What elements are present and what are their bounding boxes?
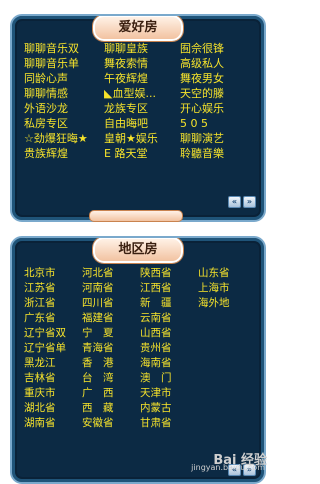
next-page-icon[interactable]: » <box>243 196 256 208</box>
empty-cell <box>198 386 256 401</box>
empty-cell <box>198 356 256 371</box>
prev-page-icon[interactable]: « <box>228 196 241 208</box>
room-link[interactable]: 午夜辉煌 <box>104 71 180 86</box>
hobby-panel-footer <box>88 210 183 222</box>
room-link[interactable]: 高级私人 <box>180 56 246 71</box>
room-link[interactable]: 私房专区 <box>24 116 104 131</box>
room-link[interactable]: 新 疆 <box>140 296 198 311</box>
room-link[interactable]: 西 藏 <box>82 401 140 416</box>
room-link[interactable]: 青海省 <box>82 341 140 356</box>
room-link[interactable]: 澳 门 <box>140 371 198 386</box>
room-link[interactable]: 舞夜索情 <box>104 56 180 71</box>
empty-cell <box>198 416 256 431</box>
room-link[interactable]: 江西省 <box>140 281 198 296</box>
room-link[interactable]: 云南省 <box>140 311 198 326</box>
watermark: Bai 经验 jingyan.baidu.com <box>159 449 267 473</box>
empty-cell <box>198 371 256 386</box>
room-link[interactable]: 辽宁省双 <box>24 326 82 341</box>
room-link[interactable]: 自由晦吧 <box>104 116 180 131</box>
region-rooms-panel: 地区房 北京市 河北省 陕西省 山东省江苏省 河南省 江西省 上海市浙江省 四川省新 疆海外地… <box>10 236 266 484</box>
room-link[interactable]: 聊聊情感 <box>24 86 104 101</box>
room-link[interactable]: 海外地 <box>198 296 256 311</box>
room-link[interactable]: 囿佘很锋 <box>180 41 246 56</box>
watermark-url: jingyan.baidu.com <box>191 463 265 472</box>
room-link[interactable]: 贵族辉煌 <box>24 146 104 161</box>
room-link[interactable]: 天津市 <box>140 386 198 401</box>
room-link[interactable]: 聊聊音乐单 <box>24 56 104 71</box>
room-link[interactable]: 广东省 <box>24 311 82 326</box>
room-link[interactable]: 宁 夏 <box>82 326 140 341</box>
room-link[interactable]: 河北省 <box>82 266 140 281</box>
hobby-room-list: 聊聊音乐双 聊聊皇族 囿佘很锋聊聊音乐单 舞夜索情 高级私人同龄心声 午夜辉煌 舞夜男女聊聊… <box>24 41 256 161</box>
hobby-pager: « » <box>228 196 256 208</box>
room-link[interactable]: ☆劲爆狂晦★ <box>24 131 104 146</box>
room-link[interactable]: 山东省 <box>198 266 256 281</box>
room-link[interactable]: 广 西 <box>82 386 140 401</box>
room-link[interactable]: 外语沙龙 <box>24 101 104 116</box>
room-link[interactable]: 北京市 <box>24 266 82 281</box>
room-link[interactable]: 海南省 <box>140 356 198 371</box>
room-link[interactable]: 贵州省 <box>140 341 198 356</box>
room-link[interactable]: E 路天堂 <box>104 146 180 161</box>
room-link[interactable]: 舞夜男女 <box>180 71 246 86</box>
room-link[interactable]: 开心娱乐 <box>180 101 246 116</box>
room-link[interactable]: 甘肃省 <box>140 416 198 431</box>
room-link[interactable]: ◣血型娱... <box>104 86 180 101</box>
room-link[interactable]: 吉林省 <box>24 371 82 386</box>
room-link[interactable]: 四川省 <box>82 296 140 311</box>
empty-cell <box>198 341 256 356</box>
region-room-list: 北京市 河北省 陕西省 山东省江苏省 河南省 江西省 上海市浙江省 四川省新 疆海外地广东省福… <box>24 266 256 431</box>
room-link[interactable]: 上海市 <box>198 281 256 296</box>
hobby-rooms-title: 爱好房 <box>93 16 183 41</box>
room-link[interactable]: 湖南省 <box>24 416 82 431</box>
room-link[interactable]: 辽宁省单 <box>24 341 82 356</box>
room-link[interactable]: 安徽省 <box>82 416 140 431</box>
room-link[interactable]: 皇朝★娱乐 <box>104 131 180 146</box>
room-link[interactable]: 福建省 <box>82 311 140 326</box>
region-rooms-title: 地区房 <box>93 238 183 263</box>
room-link[interactable]: 台 湾 <box>82 371 140 386</box>
room-link[interactable]: 陕西省 <box>140 266 198 281</box>
room-link[interactable]: 江苏省 <box>24 281 82 296</box>
room-link[interactable]: 聊聊皇族 <box>104 41 180 56</box>
room-link[interactable]: 聆聽音樂 <box>180 146 246 161</box>
room-link[interactable]: 黑龙江 <box>24 356 82 371</box>
empty-cell <box>198 401 256 416</box>
room-link[interactable]: 天空的滕 <box>180 86 246 101</box>
empty-cell <box>198 326 256 341</box>
room-link[interactable]: 香 港 <box>82 356 140 371</box>
room-link[interactable]: 龙族专区 <box>104 101 180 116</box>
room-link[interactable]: 浙江省 <box>24 296 82 311</box>
empty-cell <box>198 311 256 326</box>
room-link[interactable]: 聊聊音乐双 <box>24 41 104 56</box>
room-link[interactable]: 河南省 <box>82 281 140 296</box>
room-link[interactable]: 湖北省 <box>24 401 82 416</box>
room-link[interactable]: 重庆市 <box>24 386 82 401</box>
hobby-rooms-panel: 爱好房 聊聊音乐双 聊聊皇族 囿佘很锋聊聊音乐单 舞夜索情 高级私人同龄心声 午夜辉煌 舞夜… <box>10 14 266 222</box>
room-link[interactable]: 5 0 5 <box>180 116 246 131</box>
room-link[interactable]: 同龄心声 <box>24 71 104 86</box>
room-link[interactable]: 山西省 <box>140 326 198 341</box>
room-link[interactable]: 内蒙古 <box>140 401 198 416</box>
room-link[interactable]: 聊聊演艺 <box>180 131 246 146</box>
